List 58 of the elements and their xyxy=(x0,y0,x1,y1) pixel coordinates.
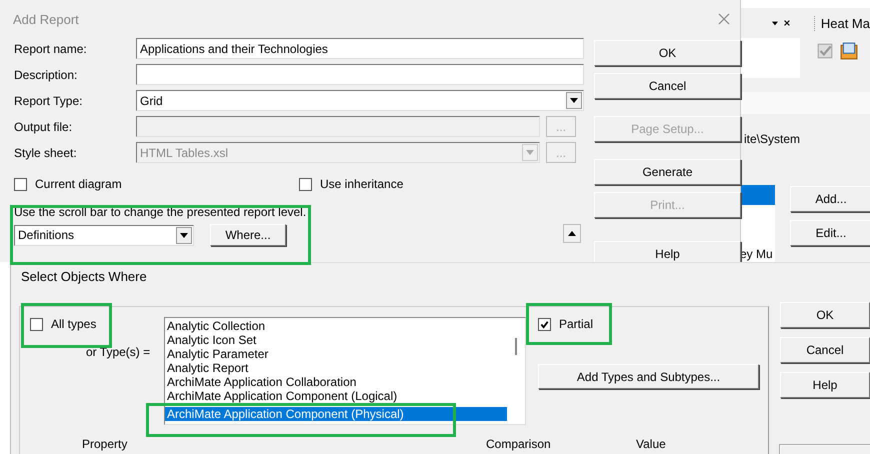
path-text: ite\System xyxy=(743,132,802,146)
window-title: Add Report xyxy=(13,12,79,26)
panel-title[interactable]: Heat Ma xyxy=(814,16,870,30)
dialog-button[interactable]: Cancel xyxy=(780,337,870,363)
dropdown-field[interactable]: Definitions xyxy=(14,224,194,246)
dropdown-icon[interactable] xyxy=(772,20,778,26)
dialog-button[interactable]: OK xyxy=(594,40,741,66)
checkbox-option[interactable]: Use inheritance xyxy=(299,177,584,191)
where-button[interactable]: Where... xyxy=(210,224,286,246)
checkbox[interactable] xyxy=(14,178,27,190)
list-item[interactable]: Analytic Collection xyxy=(165,319,507,333)
scroll-up-button[interactable] xyxy=(563,224,581,243)
checkbox[interactable] xyxy=(538,318,551,330)
caret-icon xyxy=(180,232,188,238)
checkbox-label: Partial xyxy=(559,317,594,331)
check-icon xyxy=(540,320,549,328)
dialog-button[interactable]: OK xyxy=(780,302,870,328)
list-item[interactable]: Analytic Report xyxy=(165,361,507,375)
input-field[interactable]: Applications and their Technologies xyxy=(136,38,584,59)
checklist-icon[interactable] xyxy=(816,42,834,60)
list-item[interactable]: ArchiMate Application Collaboration xyxy=(165,375,507,389)
field-label: Output file: xyxy=(14,120,74,134)
app-button[interactable]: Add... xyxy=(790,186,870,212)
input-field[interactable] xyxy=(136,64,584,85)
caret-icon xyxy=(526,150,534,155)
list-item[interactable]: Analytic Parameter xyxy=(165,347,507,361)
list-item[interactable]: ArchiMate Application Component (Logical) xyxy=(165,389,507,403)
dialog-title: Select Objects Where xyxy=(20,268,148,284)
list-item[interactable]: Analytic Icon Set xyxy=(165,333,507,347)
checkbox[interactable] xyxy=(30,318,43,330)
column-header: Comparison xyxy=(486,437,551,451)
checkbox-label: All types xyxy=(51,317,96,331)
column-header: Value xyxy=(636,437,666,451)
dialog-button[interactable]: Help xyxy=(780,372,870,398)
table-icon[interactable] xyxy=(840,42,858,60)
app-button[interactable]: Edit... xyxy=(790,220,870,246)
column-header: Property xyxy=(82,437,128,451)
up-arrow-icon xyxy=(568,231,576,236)
checkbox-label: Current diagram xyxy=(35,177,122,191)
checkbox-option[interactable]: All types xyxy=(30,317,164,331)
checkbox-label: Use inheritance xyxy=(320,177,404,191)
checkbox[interactable] xyxy=(299,178,312,190)
list-item[interactable]: ArchiMate Application Component (Physical) xyxy=(165,407,507,421)
field-label: Report Type: xyxy=(14,94,84,108)
hint-text: Use the scroll bar to change the presented report level. xyxy=(14,205,308,219)
dropdown-field[interactable]: Grid xyxy=(136,90,584,111)
field-label: Description: xyxy=(14,68,78,82)
types-label: or Type(s) = xyxy=(86,345,152,359)
field-label: Report name: xyxy=(14,42,88,56)
dialog-button[interactable]: Generate xyxy=(594,159,741,185)
dialog-button[interactable]: Cancel xyxy=(594,73,741,99)
add-types-button[interactable]: Add Types and Subtypes... xyxy=(538,364,759,389)
checkbox-option[interactable]: Partial xyxy=(538,317,759,331)
checkbox-option[interactable]: Current diagram xyxy=(14,177,299,191)
field-label: Style sheet: xyxy=(14,146,78,160)
close-icon[interactable] xyxy=(784,19,790,27)
types-list[interactable]: Analytic Collection Analytic Icon Set Analytic Parameter Analytic Report ArchiMate Application Collaboration ArchiMate Application Component (Logical) ArchiMate Application Component (Physical) xyxy=(164,317,526,425)
caret-icon xyxy=(570,98,578,103)
